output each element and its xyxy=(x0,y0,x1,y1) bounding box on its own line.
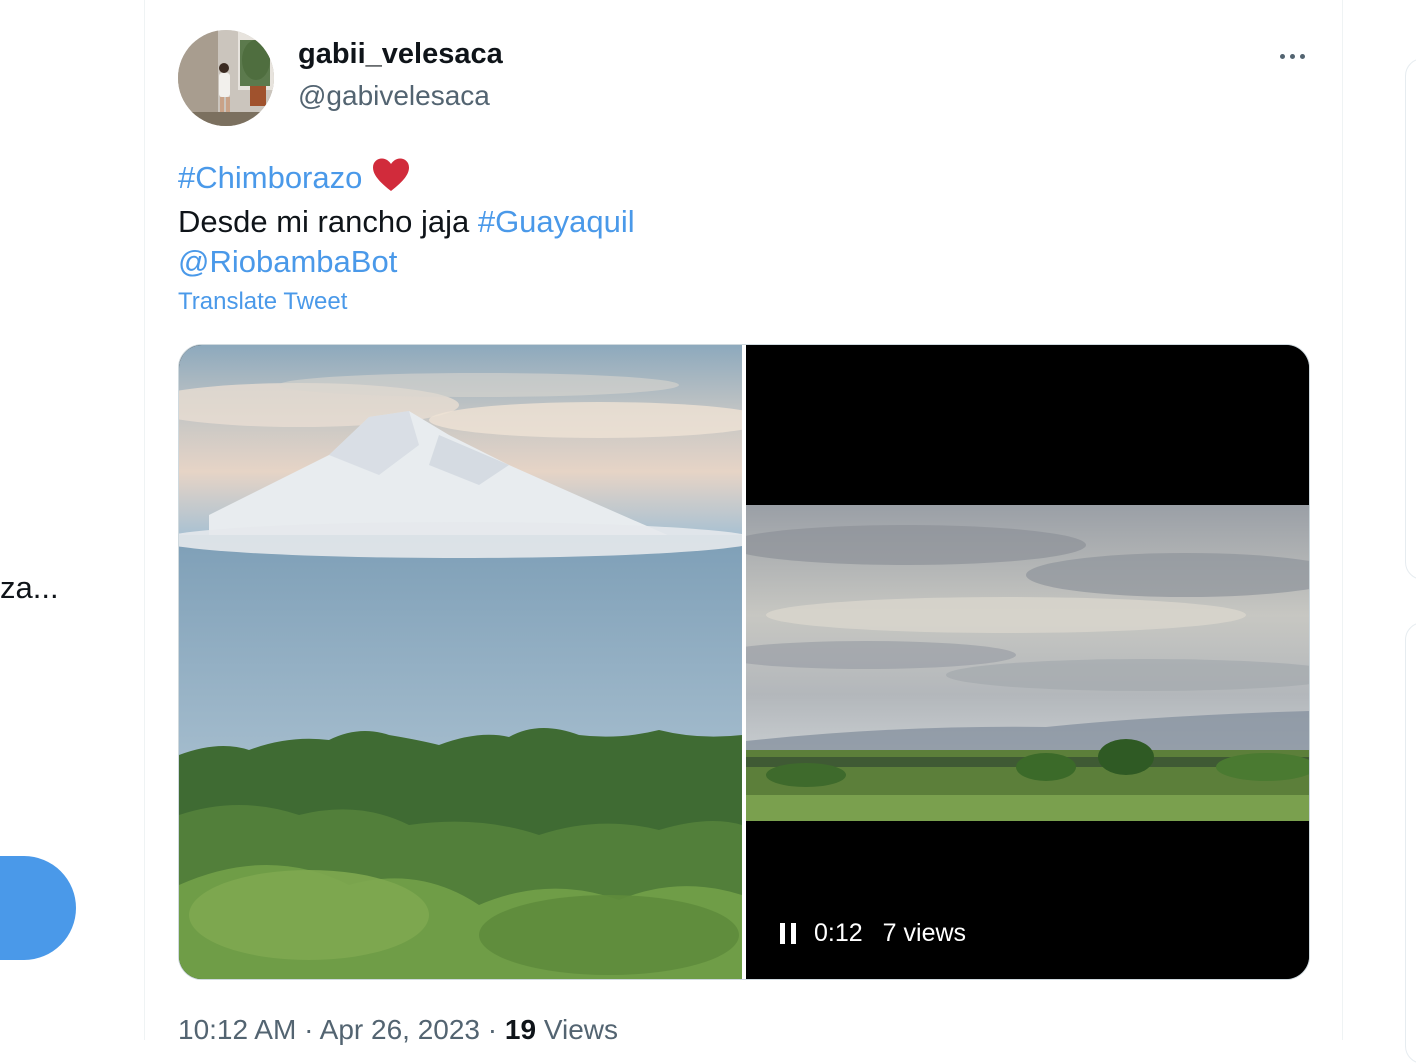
author-handle[interactable]: @gabivelesaca xyxy=(298,80,490,112)
tweet-metadata: 10:12 AM · Apr 26, 2023 · 19 Views xyxy=(178,1014,618,1046)
more-icon-dot xyxy=(1289,53,1295,59)
translate-tweet-link[interactable]: Translate Tweet xyxy=(178,288,347,316)
heart-icon xyxy=(372,158,410,202)
pause-icon[interactable] xyxy=(780,923,796,944)
video-controls: 0:12 7 views xyxy=(780,919,966,948)
more-icon-dot xyxy=(1299,53,1305,59)
tweet-media: 0:12 7 views xyxy=(178,344,1310,980)
column-divider xyxy=(1342,0,1343,1040)
sidebar-card xyxy=(1405,58,1416,580)
sidebar-truncated-text: za... xyxy=(0,570,59,605)
views-count: 19 xyxy=(504,1014,537,1045)
meta-separator: · xyxy=(487,1014,498,1045)
tweet-photo[interactable] xyxy=(179,345,742,979)
more-options-button[interactable] xyxy=(1268,36,1316,76)
author-display-name[interactable]: gabii_velesaca xyxy=(298,38,503,71)
tweet-compose-button[interactable] xyxy=(0,856,76,960)
avatar[interactable] xyxy=(178,30,274,126)
tweet-text: #Chimborazo Desde mi rancho jaja #Guayaq… xyxy=(178,158,635,282)
video-timestamp: 0:12 xyxy=(814,919,863,947)
tweet-video[interactable]: 0:12 7 views xyxy=(746,345,1309,979)
more-icon xyxy=(1279,53,1285,59)
tweet-text-line: Desde mi rancho jaja xyxy=(178,204,478,239)
meta-separator: · xyxy=(304,1014,314,1045)
hashtag-link[interactable]: #Chimborazo xyxy=(178,160,362,195)
mention-link[interactable]: @RiobambaBot xyxy=(178,244,397,279)
tweet-time[interactable]: 10:12 AM xyxy=(178,1014,296,1045)
column-divider xyxy=(144,0,145,1040)
sidebar-card xyxy=(1405,622,1416,1064)
views-label: Views xyxy=(543,1014,619,1045)
video-views: 7 views xyxy=(882,919,967,947)
video-frame xyxy=(746,505,1309,821)
hashtag-link[interactable]: #Guayaquil xyxy=(478,204,635,239)
tweet-date[interactable]: Apr 26, 2023 xyxy=(320,1014,480,1045)
